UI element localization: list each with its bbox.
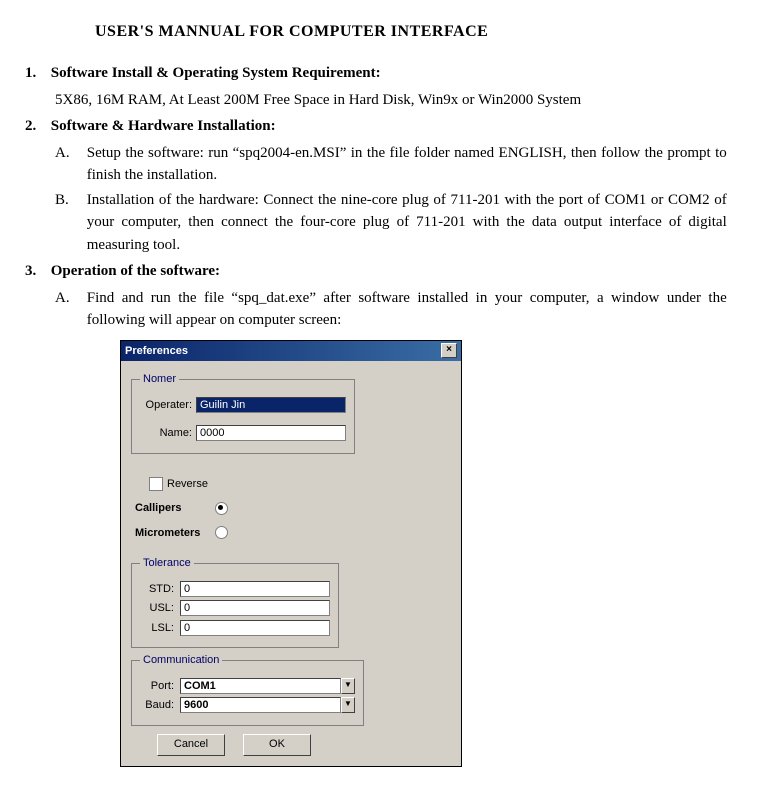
ok-button[interactable]: OK: [243, 734, 311, 756]
section-1-heading: Software Install & Operating System Requ…: [51, 65, 381, 81]
section-2-heading: Software & Hardware Installation:: [51, 118, 276, 134]
reverse-checkbox[interactable]: [149, 477, 163, 491]
port-combo[interactable]: ▼: [180, 678, 355, 694]
reverse-row[interactable]: Reverse: [135, 476, 279, 493]
callipers-label: Callipers: [135, 500, 205, 517]
section-3-num: 3.: [25, 260, 47, 283]
operater-label: Operater:: [140, 397, 192, 414]
cancel-button[interactable]: Cancel: [157, 734, 225, 756]
micrometers-label: Micrometers: [135, 525, 205, 542]
lsl-input[interactable]: [180, 620, 330, 636]
group-tolerance: Tolerance STD: USL: LSL:: [131, 555, 339, 648]
callipers-radio[interactable]: [215, 502, 228, 515]
letter-a: A.: [55, 142, 83, 165]
chevron-down-icon[interactable]: ▼: [341, 697, 355, 713]
section-1: 1. Software Install & Operating System R…: [25, 62, 758, 85]
std-label: STD:: [140, 581, 174, 598]
letter-a: A.: [55, 287, 83, 310]
section-3-heading: Operation of the software:: [51, 263, 220, 279]
section-2b-text: Installation of the hardware: Connect th…: [87, 189, 727, 257]
section-2-num: 2.: [25, 115, 47, 138]
usl-input[interactable]: [180, 600, 330, 616]
preferences-dialog: Preferences × Nomer Operater: Name:: [120, 340, 462, 767]
std-input[interactable]: [180, 581, 330, 597]
port-input[interactable]: [180, 678, 341, 694]
nomer-legend: Nomer: [140, 371, 179, 388]
chevron-down-icon[interactable]: ▼: [341, 678, 355, 694]
dialog-title: Preferences: [125, 343, 188, 360]
operater-input[interactable]: [196, 397, 346, 413]
tolerance-legend: Tolerance: [140, 555, 194, 572]
baud-input[interactable]: [180, 697, 341, 713]
section-2a: A. Setup the software: run “spq2004-en.M…: [55, 142, 758, 187]
baud-combo[interactable]: ▼: [180, 697, 355, 713]
close-icon[interactable]: ×: [441, 343, 457, 358]
dialog-titlebar[interactable]: Preferences ×: [121, 341, 461, 362]
micrometers-radio[interactable]: [215, 526, 228, 539]
baud-label: Baud:: [140, 697, 174, 714]
reverse-label: Reverse: [167, 476, 208, 493]
group-communication: Communication Port: ▼ Baud: ▼: [131, 652, 364, 726]
group-nomer: Nomer Operater: Name:: [131, 371, 355, 454]
comm-legend: Communication: [140, 652, 222, 669]
section-1-num: 1.: [25, 62, 47, 85]
section-2: 2. Software & Hardware Installation:: [25, 115, 758, 138]
section-3a-text: Find and run the file “spq_dat.exe” afte…: [87, 287, 727, 332]
section-3: 3. Operation of the software:: [25, 260, 758, 283]
port-label: Port:: [140, 678, 174, 695]
section-1-body: 5X86, 16M RAM, At Least 200M Free Space …: [55, 89, 758, 112]
lsl-label: LSL:: [140, 620, 174, 637]
name-label: Name:: [140, 425, 192, 442]
callipers-row[interactable]: Callipers: [135, 500, 279, 517]
micrometers-row[interactable]: Micrometers: [135, 525, 279, 542]
measure-block: Reverse Callipers Micrometers: [135, 468, 279, 550]
doc-title: USER'S MANNUAL FOR COMPUTER INTERFACE: [95, 20, 758, 44]
name-input[interactable]: [196, 425, 346, 441]
letter-b: B.: [55, 189, 83, 212]
section-2b: B. Installation of the hardware: Connect…: [55, 189, 758, 257]
section-2a-text: Setup the software: run “spq2004-en.MSI”…: [87, 142, 727, 187]
usl-label: USL:: [140, 600, 174, 617]
section-3a: A. Find and run the file “spq_dat.exe” a…: [55, 287, 758, 332]
